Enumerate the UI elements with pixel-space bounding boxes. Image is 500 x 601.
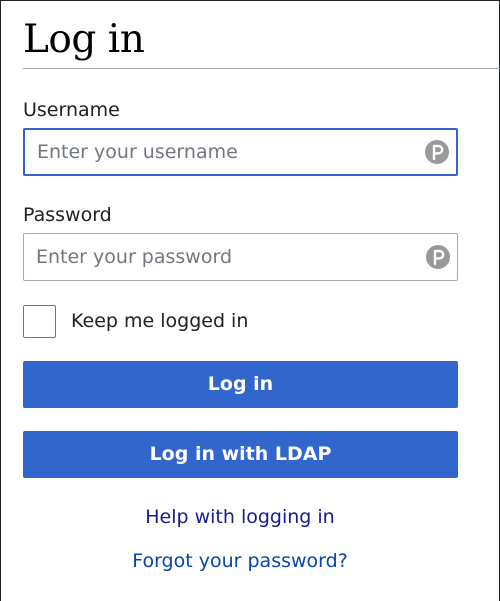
title-divider (23, 68, 500, 69)
keep-logged-in-label[interactable]: Keep me logged in (71, 309, 248, 333)
username-input[interactable] (25, 130, 456, 174)
ldap-login-button[interactable]: Log in with LDAP (23, 431, 458, 478)
password-label: Password (23, 204, 112, 226)
username-field-wrapper (23, 128, 458, 176)
help-login-link[interactable]: Help with logging in (1, 505, 479, 529)
password-manager-icon[interactable] (425, 140, 449, 164)
keep-logged-in-checkbox[interactable] (23, 305, 56, 338)
page-title: Log in (23, 17, 145, 62)
forgot-password-link[interactable]: Forgot your password? (1, 549, 479, 573)
password-field-wrapper (23, 233, 458, 281)
password-manager-icon[interactable] (426, 245, 450, 269)
username-label: Username (23, 99, 120, 121)
login-button[interactable]: Log in (23, 361, 458, 408)
password-input[interactable] (24, 234, 457, 280)
login-panel: Log in Username Password Keep me logged … (0, 0, 500, 601)
